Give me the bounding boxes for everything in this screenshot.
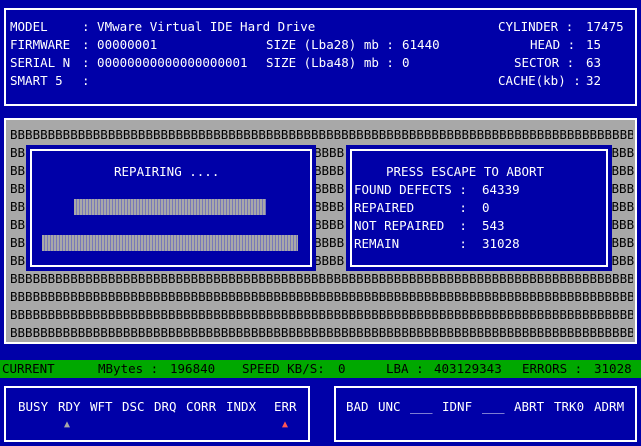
block-row-left: BB bbox=[10, 163, 26, 178]
block-row-left: BB bbox=[10, 253, 26, 268]
size-lba28-label: SIZE (Lba28) mb : bbox=[266, 37, 394, 52]
block-row-left: BB bbox=[10, 145, 26, 160]
serial-label: SERIAL N bbox=[10, 55, 71, 70]
mbytes-value: 196840 bbox=[170, 361, 216, 376]
repair-dialog-title: REPAIRING .... bbox=[114, 164, 220, 179]
serial-value: : 00000000000000000001 bbox=[82, 55, 248, 70]
flag-wft: WFT bbox=[90, 399, 113, 414]
errors-label: ERRORS : bbox=[522, 361, 583, 376]
block-row-mid: BBBB bbox=[314, 163, 345, 178]
repaired-label: REPAIRED : bbox=[354, 200, 467, 215]
speed-value: 0 bbox=[338, 361, 346, 376]
found-defects-value: 64339 bbox=[482, 182, 520, 197]
smart-value: : bbox=[82, 73, 90, 88]
repair-stats-dialog: PRESS ESCAPE TO ABORT FOUND DEFECTS : 64… bbox=[346, 145, 612, 271]
head-label: HEAD : bbox=[530, 37, 576, 52]
remain-label: REMAIN : bbox=[354, 236, 467, 251]
err-flag-unc: UNC bbox=[378, 399, 401, 414]
block-row-left: BB bbox=[10, 217, 26, 232]
cylinder-label: CYLINDER : bbox=[498, 19, 574, 34]
not-repaired-value: 543 bbox=[482, 218, 505, 233]
sector-label: SECTOR : bbox=[514, 55, 575, 70]
firmware-label: FIRMWARE bbox=[10, 37, 71, 52]
rdy-indicator-icon: ▲ bbox=[64, 419, 71, 430]
err-flag-idnf: IDNF bbox=[442, 399, 473, 414]
flag-indx: INDX bbox=[226, 399, 257, 414]
repair-total-progress-bar bbox=[42, 235, 298, 251]
found-defects-label: FOUND DEFECTS : bbox=[354, 182, 467, 197]
block-row-left: BB bbox=[10, 181, 26, 196]
block-row-mid: BBBB bbox=[314, 235, 345, 250]
lba-value: 403129343 bbox=[434, 361, 502, 376]
abort-hint: PRESS ESCAPE TO ABORT bbox=[386, 164, 545, 179]
mbytes-label: MBytes : bbox=[98, 361, 159, 376]
remain-value: 31028 bbox=[482, 236, 520, 251]
lba-label: LBA : bbox=[386, 361, 424, 376]
model-value: : VMware Virtual IDE Hard Drive bbox=[82, 19, 316, 34]
block-row-mid: BBBB bbox=[314, 181, 345, 196]
cylinder-value: 17475 bbox=[586, 19, 624, 34]
block-row-mid: BBBB bbox=[314, 199, 345, 214]
block-row: BBBBBBBBBBBBBBBBBBBBBBBBBBBBBBBBBBBBBBBB… bbox=[10, 325, 633, 340]
flag-corr: CORR bbox=[186, 399, 217, 414]
firmware-value: : 00000001 bbox=[82, 37, 158, 52]
block-row-left: BB bbox=[10, 235, 26, 250]
flag-dsc: DSC bbox=[122, 399, 145, 414]
block-row-left: BB bbox=[10, 199, 26, 214]
flag-rdy: RDY bbox=[58, 399, 81, 414]
repair-progress-bar bbox=[74, 199, 266, 215]
repaired-value: 0 bbox=[482, 200, 490, 215]
current-label: CURRENT bbox=[2, 361, 55, 376]
block-row: BBBBBBBBBBBBBBBBBBBBBBBBBBBBBBBBBBBBBBBB… bbox=[10, 289, 633, 304]
block-row: BBBBBBBBBBBBBBBBBBBBBBBBBBBBBBBBBBBBBBBB… bbox=[10, 127, 633, 142]
err-flag-blank-1: ___ bbox=[410, 399, 433, 414]
sector-value: 63 bbox=[586, 55, 602, 70]
cache-label: CACHE(kb) : bbox=[498, 73, 581, 88]
speed-label: SPEED KB/S: bbox=[242, 361, 325, 376]
repair-dialog: REPAIRING .... bbox=[26, 145, 316, 271]
model-label: MODEL bbox=[10, 19, 48, 34]
status-bar: CURRENT MBytes : 196840 SPEED KB/S: 0 LB… bbox=[0, 360, 641, 378]
flag-busy: BUSY bbox=[18, 399, 49, 414]
size-lba48-value: 0 bbox=[402, 55, 410, 70]
head-value: 15 bbox=[586, 37, 602, 52]
err-flag-abrt: ABRT bbox=[514, 399, 545, 414]
err-flag-adrm: ADRM bbox=[594, 399, 625, 414]
flag-err: ERR bbox=[274, 399, 297, 414]
block-row-mid: BBBB bbox=[314, 217, 345, 232]
err-flag-blank-2: ___ bbox=[482, 399, 505, 414]
err-indicator-icon: ▲ bbox=[282, 419, 289, 430]
block-row-mid: BBBB bbox=[314, 253, 345, 268]
errors-value: 31028 bbox=[594, 361, 632, 376]
cache-value: 32 bbox=[586, 73, 602, 88]
block-row: BBBBBBBBBBBBBBBBBBBBBBBBBBBBBBBBBBBBBBBB… bbox=[10, 271, 633, 286]
err-flag-trk0: TRK0 bbox=[554, 399, 585, 414]
not-repaired-label: NOT REPAIRED : bbox=[354, 218, 467, 233]
size-lba48-label: SIZE (Lba48) mb : bbox=[266, 55, 394, 70]
err-flag-bad: BAD bbox=[346, 399, 369, 414]
size-lba28-value: 61440 bbox=[402, 37, 440, 52]
smart-label: SMART 5 bbox=[10, 73, 63, 88]
block-row: BBBBBBBBBBBBBBBBBBBBBBBBBBBBBBBBBBBBBBBB… bbox=[10, 307, 633, 322]
flag-drq: DRQ bbox=[154, 399, 177, 414]
block-row-mid: BBBB bbox=[314, 145, 345, 160]
